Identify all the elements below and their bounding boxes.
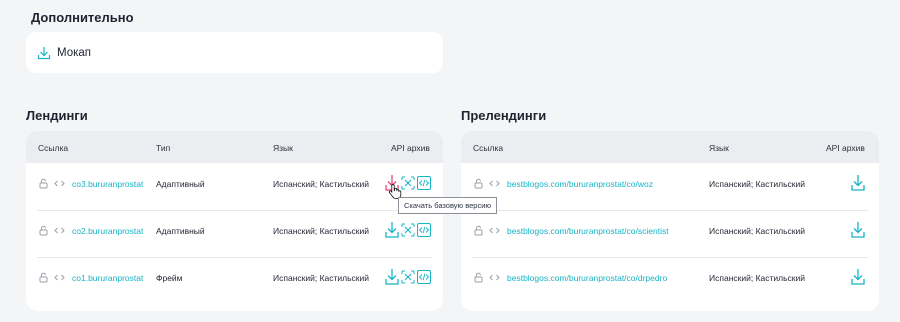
prelandings-section-title: Прелендинги bbox=[461, 108, 547, 123]
table-row: co2.bururanprostat Адаптивный Испанский;… bbox=[26, 210, 443, 257]
code-archive-icon[interactable] bbox=[417, 269, 431, 284]
landing-type: Адаптивный bbox=[156, 179, 205, 189]
api-archive-buttons bbox=[851, 174, 865, 191]
landing-link[interactable]: co2.bururanprostat bbox=[72, 226, 154, 236]
api-archive-buttons bbox=[385, 268, 431, 285]
prelanding-lang: Испанский; Кастильский bbox=[709, 179, 805, 189]
col-link: Ссылка bbox=[38, 143, 69, 153]
extra-section-title: Дополнительно bbox=[31, 10, 134, 25]
col-type: Тип bbox=[156, 143, 171, 153]
code-archive-icon[interactable] bbox=[417, 175, 431, 190]
download-tooltip: Скачать базовую версию bbox=[398, 197, 498, 214]
col-lang: Язык bbox=[709, 143, 729, 153]
code-archive-icon[interactable] bbox=[417, 222, 431, 237]
prelanding-lang: Испанский; Кастильский bbox=[709, 273, 805, 283]
lock-icon[interactable] bbox=[38, 178, 49, 189]
api-archive-buttons bbox=[851, 221, 865, 238]
mockup-download-card[interactable]: Мокап bbox=[26, 32, 443, 73]
code-icon[interactable] bbox=[54, 272, 65, 283]
col-api: API архив bbox=[391, 143, 430, 153]
landing-type: Адаптивный bbox=[156, 226, 205, 236]
prelanding-link[interactable]: bestblogos.com/bururanprostat/co/drpedro bbox=[507, 273, 702, 283]
landings-table: Ссылка Тип Язык API архив co3.bururanpro… bbox=[26, 131, 443, 311]
download-base-button[interactable] bbox=[385, 268, 399, 285]
landings-section-title: Лендинги bbox=[26, 108, 88, 123]
prelandings-table-header: Ссылка Язык API архив bbox=[461, 131, 879, 163]
code-icon[interactable] bbox=[54, 178, 65, 189]
download-base-button[interactable] bbox=[385, 221, 399, 238]
code-icon[interactable] bbox=[54, 225, 65, 236]
table-row: co1.bururanprostat Фрейм Испанский; Каст… bbox=[26, 257, 443, 304]
code-icon[interactable] bbox=[489, 178, 500, 189]
col-lang: Язык bbox=[273, 143, 293, 153]
code-icon[interactable] bbox=[489, 225, 500, 236]
col-api: API архив bbox=[826, 143, 865, 153]
table-row: bestblogos.com/bururanprostat/co/scienti… bbox=[461, 210, 879, 257]
prelanding-lang: Испанский; Кастильский bbox=[709, 226, 805, 236]
prelanding-link[interactable]: bestblogos.com/bururanprostat/co/scienti… bbox=[507, 226, 702, 236]
table-row: co3.bururanprostat Адаптивный Испанский;… bbox=[26, 163, 443, 210]
download-button[interactable] bbox=[851, 268, 865, 285]
lock-icon[interactable] bbox=[473, 272, 484, 283]
shuffle-icon[interactable] bbox=[401, 176, 415, 190]
lock-icon[interactable] bbox=[473, 225, 484, 236]
shuffle-icon[interactable] bbox=[401, 270, 415, 284]
download-button[interactable] bbox=[851, 221, 865, 238]
landing-link[interactable]: co1.bururanprostat bbox=[72, 273, 154, 283]
prelanding-link[interactable]: bestblogos.com/bururanprostat/co/woz bbox=[507, 179, 702, 189]
col-link: Ссылка bbox=[473, 143, 504, 153]
code-icon[interactable] bbox=[489, 272, 500, 283]
download-icon bbox=[37, 46, 51, 60]
shuffle-icon[interactable] bbox=[401, 223, 415, 237]
table-row: bestblogos.com/bururanprostat/co/woz Исп… bbox=[461, 163, 879, 210]
lock-icon[interactable] bbox=[473, 178, 484, 189]
landing-link[interactable]: co3.bururanprostat bbox=[72, 179, 154, 189]
mockup-label: Мокап bbox=[57, 46, 92, 59]
landing-type: Фрейм bbox=[156, 273, 183, 283]
api-archive-buttons bbox=[851, 268, 865, 285]
api-archive-buttons bbox=[385, 221, 431, 238]
download-button[interactable] bbox=[851, 174, 865, 191]
landing-lang: Испанский; Кастильский bbox=[273, 273, 369, 283]
lock-icon[interactable] bbox=[38, 225, 49, 236]
landing-lang: Испанский; Кастильский bbox=[273, 179, 369, 189]
prelandings-table: Ссылка Язык API архив bestblogos.com/bur… bbox=[461, 131, 879, 311]
landing-lang: Испанский; Кастильский bbox=[273, 226, 369, 236]
landings-table-header: Ссылка Тип Язык API архив bbox=[26, 131, 443, 163]
lock-icon[interactable] bbox=[38, 272, 49, 283]
table-row: bestblogos.com/bururanprostat/co/drpedro… bbox=[461, 257, 879, 304]
